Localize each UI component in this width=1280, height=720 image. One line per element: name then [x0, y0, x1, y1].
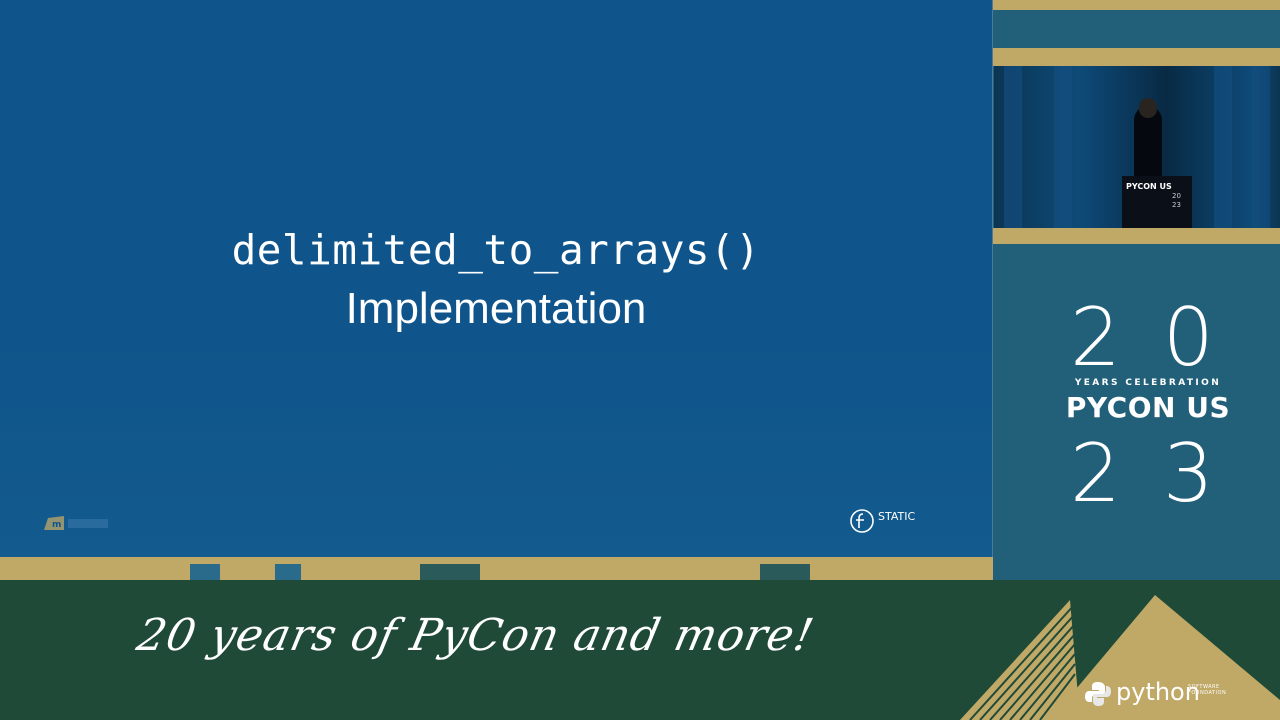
band-block [190, 564, 220, 580]
curtain [1004, 66, 1022, 228]
svg-text:m: m [52, 520, 61, 530]
band-block [275, 564, 301, 580]
curtain [1214, 66, 1232, 228]
corner-logo-text: STATIC [878, 510, 916, 523]
brand-year-top: 20 [1070, 291, 1256, 384]
sponsor-logo-icon: m [44, 516, 108, 530]
curtain [1252, 66, 1270, 228]
podium: PYCON US 20 23 [1122, 176, 1192, 228]
speaker-video: PYCON US 20 23 [994, 66, 1280, 228]
slide-subtitle: Implementation [345, 284, 647, 333]
slide-code-title: delimited_to_arrays() [231, 226, 761, 274]
gold-strip [993, 48, 1280, 66]
gold-strip [993, 228, 1280, 244]
python-logo-icon [1085, 682, 1111, 706]
band-block [760, 564, 810, 580]
brand-year-bottom: 23 [1070, 427, 1256, 520]
speaker-figure [1134, 106, 1162, 186]
gold-strip [993, 0, 1280, 10]
psf-sub: SOFTWARE FOUNDATION [1188, 684, 1227, 696]
tagline: 20 years of PyCon and more! [132, 610, 819, 661]
curtain [1054, 66, 1072, 228]
speaker-head [1139, 98, 1157, 118]
mountain-graphic [960, 595, 1280, 720]
podium-year: 20 23 [1172, 192, 1181, 209]
presentation-slide: delimited_to_arrays() Implementation m S… [0, 0, 993, 557]
podium-label: PYCON US [1126, 182, 1172, 191]
years-celebration: YEARS CELEBRATION [1074, 378, 1222, 388]
event-name: PYCON US [1065, 391, 1231, 424]
band-block [420, 564, 480, 580]
footer-banner: 20 years of PyCon and more! python SOFTW… [0, 580, 1280, 720]
